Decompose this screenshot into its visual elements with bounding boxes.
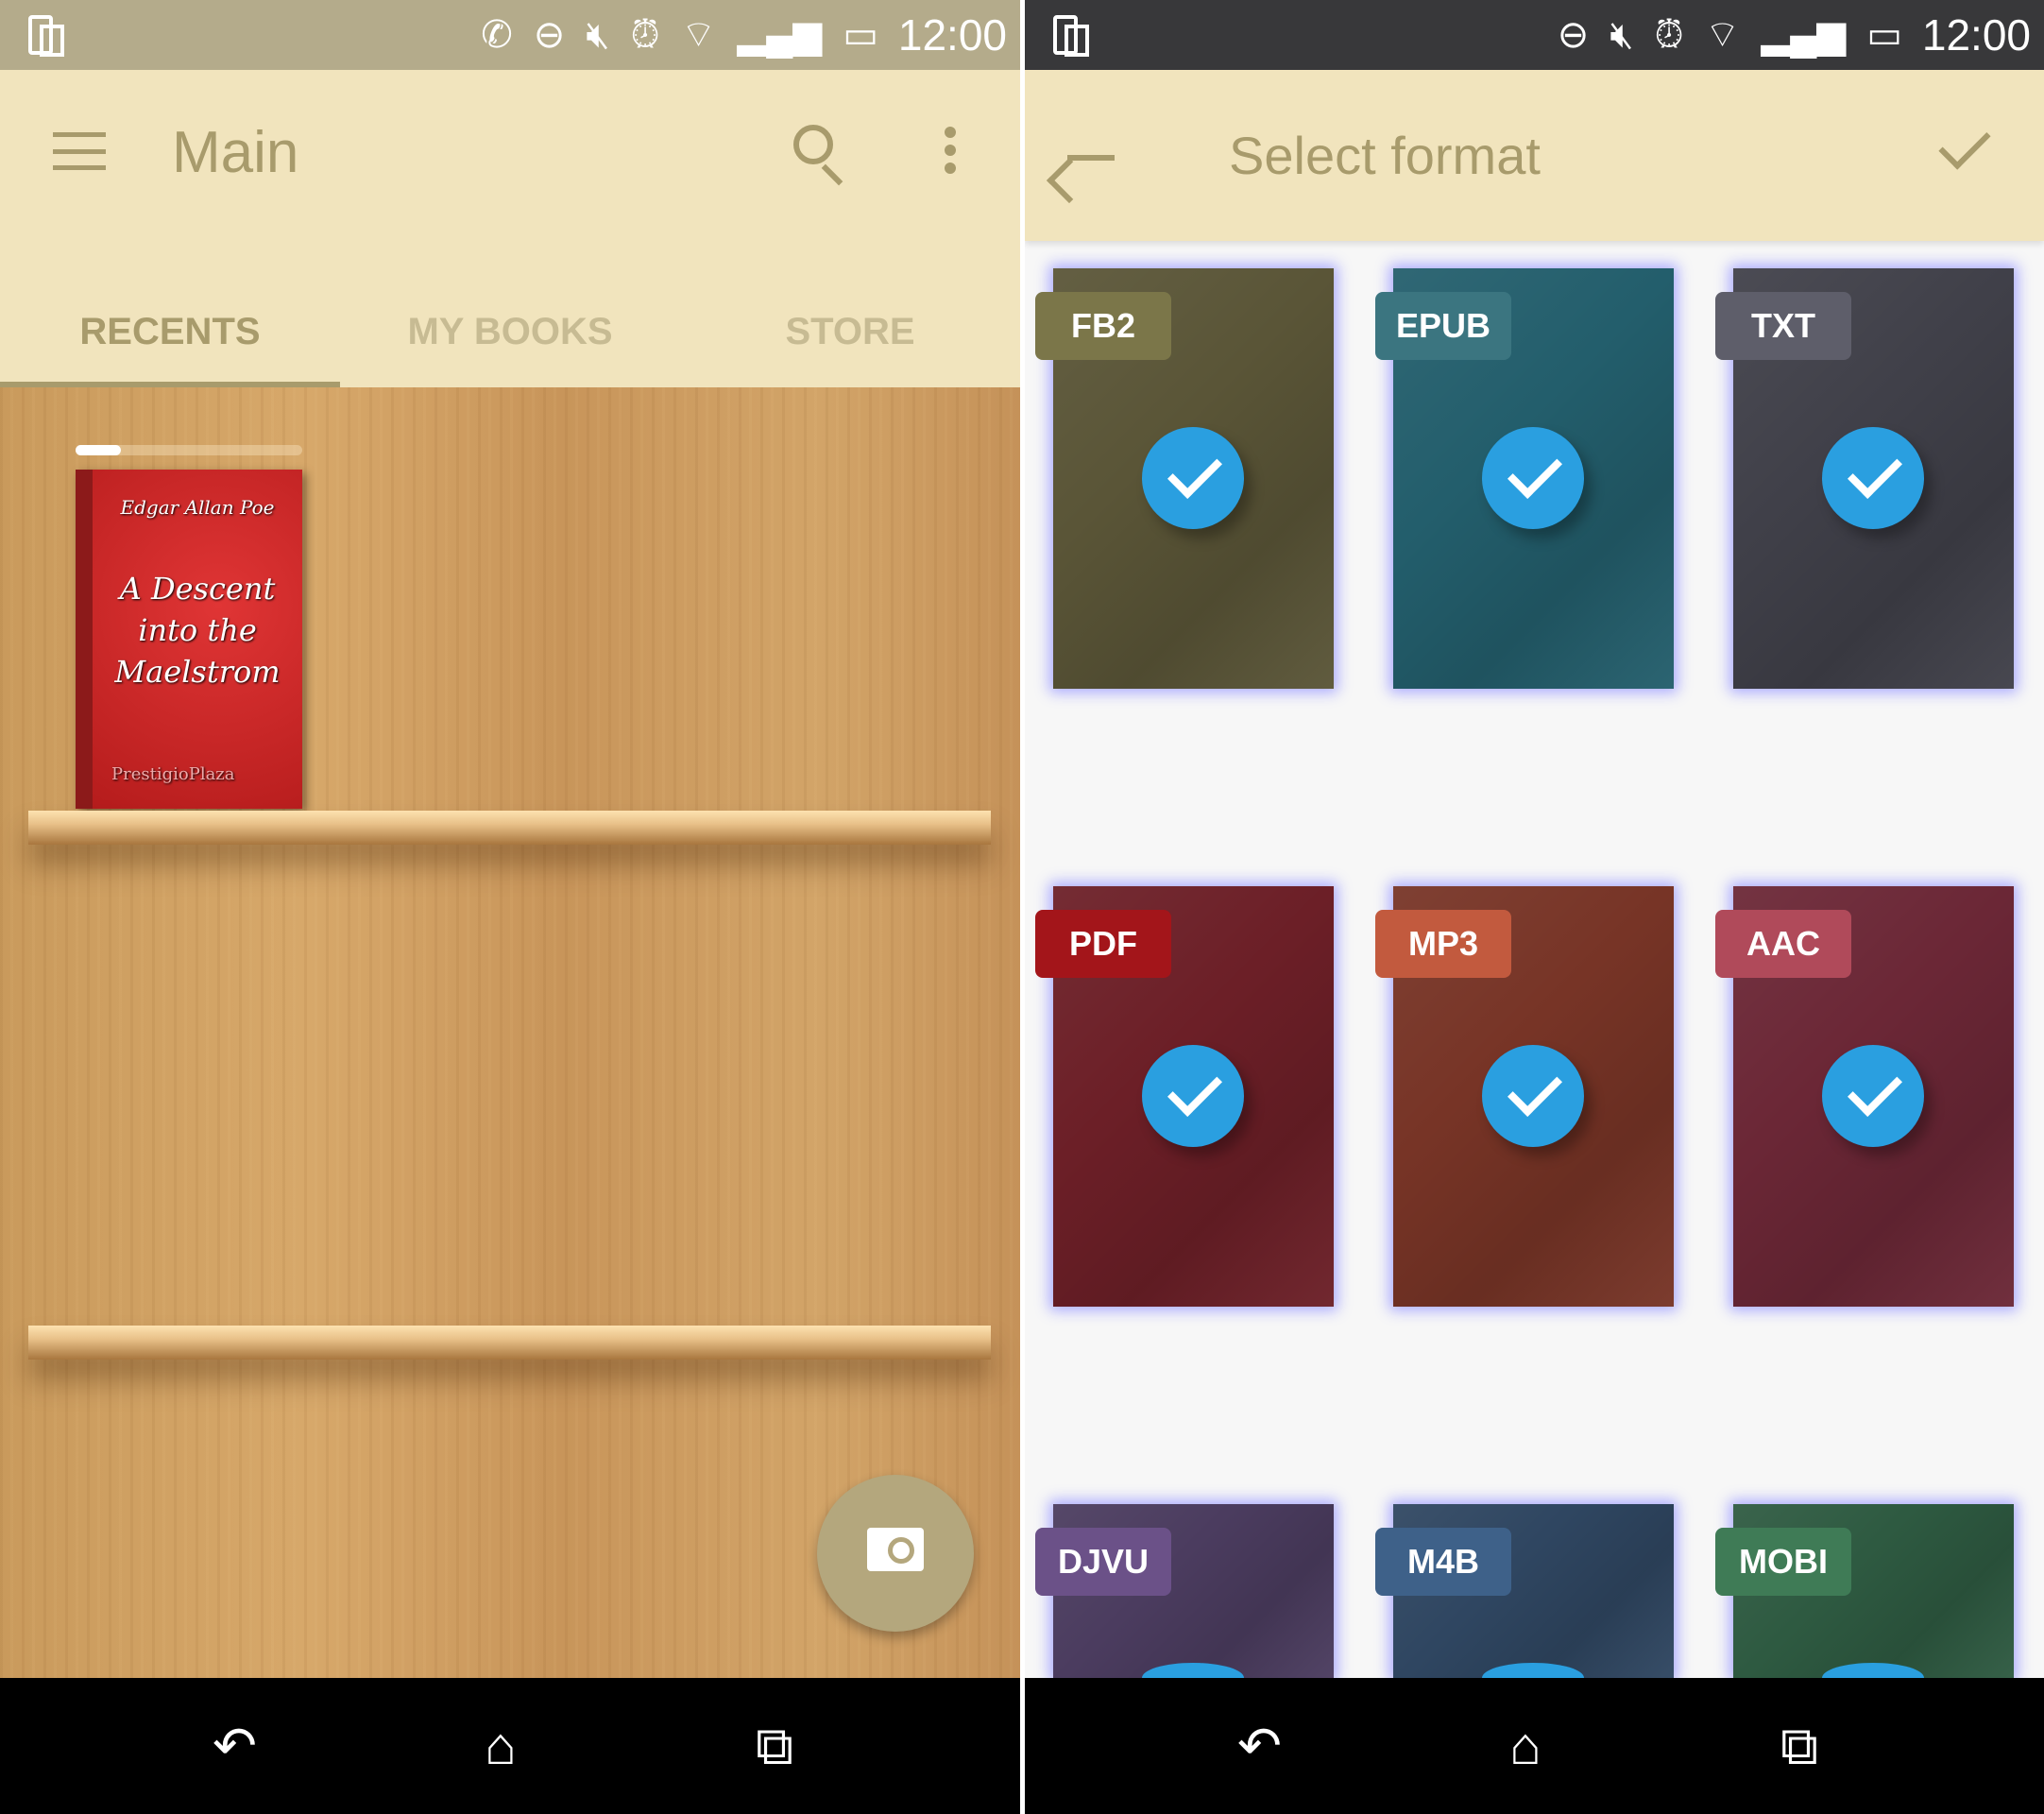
checked-icon[interactable] bbox=[1142, 1663, 1244, 1678]
format-badge: DJVU bbox=[1035, 1528, 1171, 1596]
signal-icon: ▂▄▆ bbox=[737, 14, 823, 56]
search-icon[interactable] bbox=[793, 125, 833, 164]
app-bar: Select format bbox=[1025, 70, 2044, 241]
format-tile-fb2[interactable]: FB2 bbox=[1035, 268, 1334, 689]
wifi-icon: ⌔ bbox=[1704, 14, 1741, 56]
status-bar: ✆ ⊖ 🔇︎ ⏰︎ ⌔ ▂▄▆ ▭ 12:00 bbox=[0, 0, 1020, 70]
checked-icon[interactable] bbox=[1482, 1663, 1584, 1678]
tab-recents[interactable]: RECENTS bbox=[0, 280, 340, 387]
home-nav-icon[interactable]: ⌂ bbox=[1509, 1720, 1542, 1772]
page-title: Select format bbox=[1229, 126, 1541, 185]
format-tile-pdf[interactable]: PDF bbox=[1035, 886, 1334, 1307]
format-tile-m4b[interactable]: M4B bbox=[1375, 1504, 1674, 1678]
alarm-icon: ⏰︎ bbox=[1654, 14, 1684, 56]
clock: 12:00 bbox=[897, 10, 1007, 60]
format-tile-epub[interactable]: EPUB bbox=[1375, 268, 1674, 689]
recents-nav-icon[interactable]: ⧉ bbox=[1780, 1720, 1818, 1772]
status-icons: ✆ ⊖ 🔇︎ ⏰︎ ⌔ ▂▄▆ ▭ bbox=[481, 13, 878, 57]
format-badge: PDF bbox=[1035, 910, 1171, 978]
tab-my-books[interactable]: MY BOOKS bbox=[340, 280, 680, 387]
checked-icon[interactable] bbox=[1142, 1045, 1244, 1147]
menu-icon[interactable] bbox=[53, 132, 106, 170]
shelf bbox=[28, 1326, 991, 1360]
dnd-icon: ⊖ bbox=[533, 14, 566, 56]
book-title: A Descent into the Maelstrom bbox=[114, 571, 281, 690]
alarm-icon: ⏰︎ bbox=[630, 14, 660, 56]
checked-icon[interactable] bbox=[1822, 1663, 1924, 1678]
format-badge: TXT bbox=[1715, 292, 1851, 360]
device-icon bbox=[28, 15, 64, 57]
folder-search-icon bbox=[867, 1528, 924, 1571]
wifi-icon: ⌔ bbox=[680, 14, 717, 56]
select-format-screen: ⊖ 🔇︎ ⏰︎ ⌔ ▂▄▆ ▭ 12:00 Select format FB2 E… bbox=[1025, 0, 2044, 1814]
format-badge: MOBI bbox=[1715, 1528, 1851, 1596]
page-title: Main bbox=[172, 120, 299, 185]
battery-icon: ▭ bbox=[843, 14, 878, 56]
home-nav-icon[interactable]: ⌂ bbox=[485, 1720, 517, 1772]
checked-icon[interactable] bbox=[1142, 427, 1244, 529]
checked-icon[interactable] bbox=[1822, 1045, 1924, 1147]
format-badge: FB2 bbox=[1035, 292, 1171, 360]
status-bar: ⊖ 🔇︎ ⏰︎ ⌔ ▂▄▆ ▭ 12:00 bbox=[1025, 0, 2044, 70]
tab-store[interactable]: STORE bbox=[680, 280, 1020, 387]
format-tile-aac[interactable]: AAC bbox=[1715, 886, 2014, 1307]
format-badge: M4B bbox=[1375, 1528, 1511, 1596]
call-icon: ✆ bbox=[481, 14, 513, 56]
app-bar: Main RECENTS MY BOOKS STORE bbox=[0, 70, 1020, 387]
back-arrow-icon[interactable] bbox=[1067, 155, 1115, 161]
format-badge: EPUB bbox=[1375, 292, 1511, 360]
clock: 12:00 bbox=[1921, 10, 2031, 60]
shelf bbox=[28, 811, 991, 845]
book-author: Edgar Allan Poe bbox=[120, 496, 275, 519]
battery-icon: ▭ bbox=[1866, 14, 1902, 56]
format-tile-djvu[interactable]: DJVU bbox=[1035, 1504, 1334, 1678]
main-screen: ✆ ⊖ 🔇︎ ⏰︎ ⌔ ▂▄▆ ▭ 12:00 Main RECENTS MY … bbox=[0, 0, 1020, 1814]
more-options-icon[interactable] bbox=[945, 127, 956, 174]
mute-icon: 🔇︎ bbox=[586, 14, 610, 56]
reading-progress-bar bbox=[76, 445, 302, 455]
book-cover[interactable]: Edgar Allan Poe A Descent into the Maels… bbox=[76, 470, 302, 809]
navigation-bar: ↶ ⌂ ⧉ bbox=[0, 1678, 1020, 1814]
checked-icon[interactable] bbox=[1482, 427, 1584, 529]
navigation-bar: ↶ ⌂ ⧉ bbox=[1025, 1678, 2044, 1814]
back-nav-icon[interactable]: ↶ bbox=[213, 1720, 257, 1772]
book-publisher: PrestigioPlaza bbox=[111, 764, 235, 784]
signal-icon: ▂▄▆ bbox=[1761, 14, 1847, 56]
dnd-icon: ⊖ bbox=[1557, 14, 1590, 56]
confirm-check-icon[interactable] bbox=[1938, 117, 1991, 170]
device-icon bbox=[1053, 15, 1089, 57]
tab-bar: RECENTS MY BOOKS STORE bbox=[0, 280, 1020, 387]
find-books-button[interactable] bbox=[817, 1475, 974, 1632]
format-badge: AAC bbox=[1715, 910, 1851, 978]
back-nav-icon[interactable]: ↶ bbox=[1237, 1720, 1282, 1772]
status-icons: ⊖ 🔇︎ ⏰︎ ⌔ ▂▄▆ ▭ bbox=[1558, 13, 1902, 57]
mute-icon: 🔇︎ bbox=[1610, 14, 1634, 56]
checked-icon[interactable] bbox=[1822, 427, 1924, 529]
format-tile-mp3[interactable]: MP3 bbox=[1375, 886, 1674, 1307]
checked-icon[interactable] bbox=[1482, 1045, 1584, 1147]
recents-nav-icon[interactable]: ⧉ bbox=[756, 1720, 793, 1772]
format-badge: MP3 bbox=[1375, 910, 1511, 978]
format-tile-txt[interactable]: TXT bbox=[1715, 268, 2014, 689]
format-tile-mobi[interactable]: MOBI bbox=[1715, 1504, 2014, 1678]
